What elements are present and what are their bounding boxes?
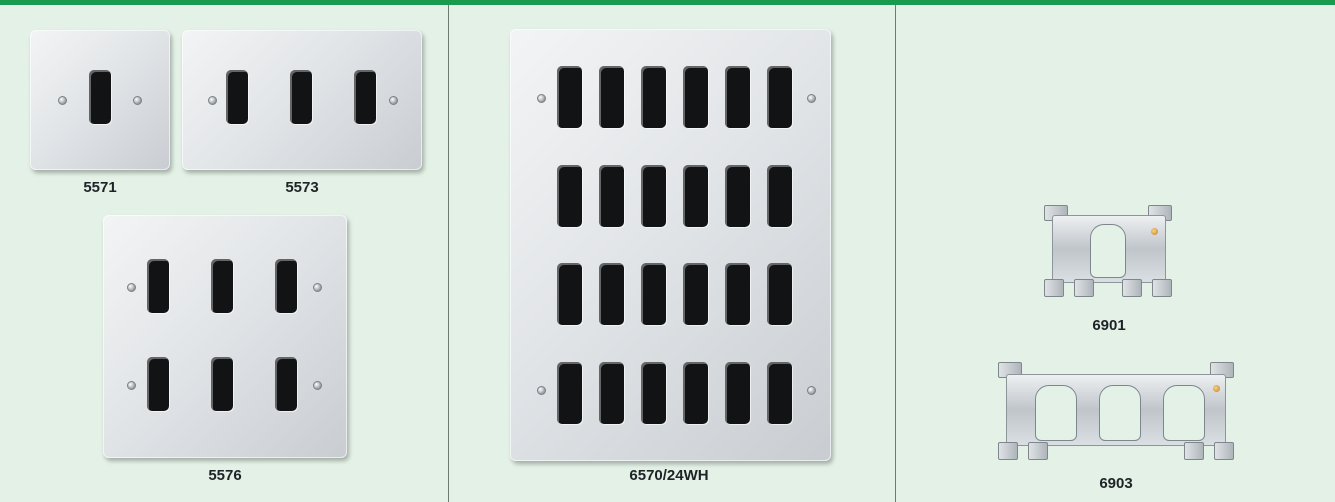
plate-aperture: [599, 362, 624, 424]
plate-aperture: [211, 259, 233, 313]
fixing-screw: [133, 96, 142, 105]
plate-aperture: [767, 66, 792, 128]
plate-aperture: [599, 165, 624, 227]
frame-clip: [1122, 279, 1142, 297]
plate-aperture: [767, 362, 792, 424]
product-code-5576: 5576: [208, 467, 242, 484]
fixing-screw: [127, 283, 136, 292]
plate-aperture: [683, 165, 708, 227]
frame-clip: [998, 442, 1018, 460]
plate-aperture: [725, 66, 750, 128]
plate-aperture: [290, 70, 312, 124]
fixing-screw: [313, 283, 322, 292]
plate-aperture: [557, 66, 582, 128]
product-code-6570-24wh: 6570/24WH: [629, 467, 709, 484]
panel-grid-frames: 6901 6903: [896, 5, 1335, 502]
plate-aperture: [683, 362, 708, 424]
brass-screw: [1151, 228, 1158, 235]
fixing-screw: [807, 94, 816, 103]
panel-24-gang-plate: 6570/24WH: [449, 5, 895, 502]
plate-aperture: [557, 165, 582, 227]
frame-body: [1052, 215, 1166, 283]
frame-clip: [1044, 279, 1064, 297]
plate-aperture: [641, 165, 666, 227]
fixing-screw: [537, 386, 546, 395]
fixing-screw: [537, 94, 546, 103]
plate-aperture: [89, 70, 111, 124]
fixing-screw: [58, 96, 67, 105]
plate-aperture: [599, 66, 624, 128]
plate-aperture: [725, 362, 750, 424]
plate-aperture: [725, 165, 750, 227]
product-code-5571: 5571: [83, 179, 117, 196]
fixing-screw: [127, 381, 136, 390]
six-gang-grid-plate-icon: [103, 215, 347, 458]
fixing-screw: [389, 96, 398, 105]
plate-aperture: [641, 263, 666, 325]
frame-aperture: [1035, 385, 1077, 441]
plate-aperture: [147, 259, 169, 313]
product-code-6901: 6901: [1092, 317, 1126, 334]
fixing-screw: [208, 96, 217, 105]
fixing-screw: [807, 386, 816, 395]
fixing-screw: [313, 381, 322, 390]
plate-aperture: [641, 66, 666, 128]
plate-aperture: [354, 70, 376, 124]
panel-front-plates: 5571 5573 5576: [0, 5, 448, 502]
single-gang-grid-frame-icon: [1044, 205, 1174, 303]
plate-aperture: [641, 362, 666, 424]
frame-body: [1006, 374, 1226, 446]
plate-aperture: [226, 70, 248, 124]
brass-screw: [1213, 385, 1220, 392]
plate-aperture: [557, 263, 582, 325]
product-code-5573: 5573: [285, 179, 319, 196]
product-code-6903: 6903: [1099, 475, 1133, 492]
plate-aperture: [147, 357, 169, 411]
plate-aperture: [683, 66, 708, 128]
plate-aperture: [767, 165, 792, 227]
triple-gang-grid-frame-icon: [998, 362, 1234, 467]
plate-aperture: [599, 263, 624, 325]
frame-aperture: [1163, 385, 1205, 441]
frame-clip: [1184, 442, 1204, 460]
frame-clip: [1028, 442, 1048, 460]
plate-aperture: [211, 357, 233, 411]
plate-aperture: [767, 263, 792, 325]
frame-aperture: [1090, 224, 1126, 278]
frame-clip: [1214, 442, 1234, 460]
twenty-four-gang-grid-plate-icon: [510, 29, 831, 461]
plate-aperture: [275, 357, 297, 411]
frame-clip: [1074, 279, 1094, 297]
triple-gang-grid-plate-icon: [182, 30, 422, 170]
single-gang-grid-plate-icon: [30, 30, 170, 170]
plate-aperture: [725, 263, 750, 325]
plate-aperture: [683, 263, 708, 325]
frame-clip: [1152, 279, 1172, 297]
frame-aperture: [1099, 385, 1141, 441]
plate-aperture: [557, 362, 582, 424]
plate-aperture: [275, 259, 297, 313]
